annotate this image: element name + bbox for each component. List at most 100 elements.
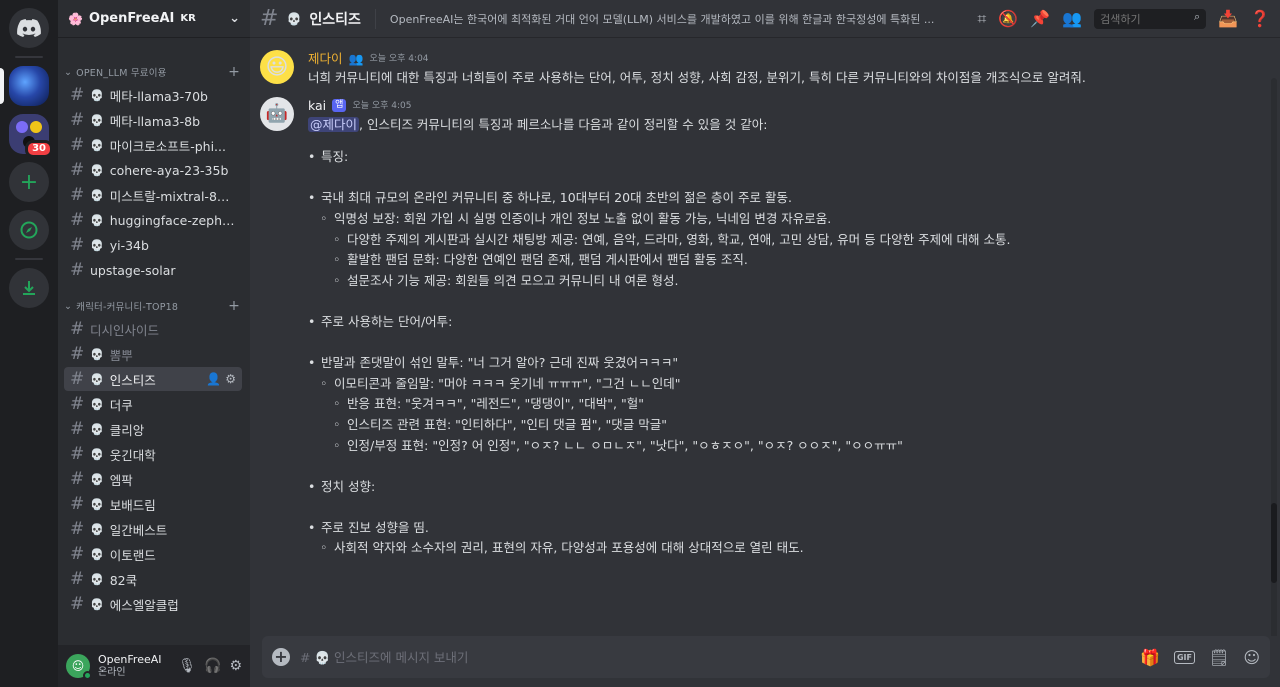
guild-suffix: KR [180, 13, 196, 24]
channel-item[interactable]: # 💀 더쿠 [64, 392, 242, 416]
guild-icon: 🌸 [68, 11, 83, 26]
gif-icon[interactable]: GIF [1173, 650, 1195, 664]
create-channel-icon[interactable]: + [228, 64, 240, 80]
gear-icon[interactable]: ⚙ [225, 372, 236, 386]
channel-item[interactable]: # 💀 cohere-aya-23-35b [64, 158, 242, 182]
message-intro: @제다이, 인스티즈 커뮤니티의 특징과 페르소나를 다음과 같이 정리할 수 … [308, 115, 1280, 136]
app-badge: 앱 [332, 99, 347, 113]
channel-name: 웃긴대학 [109, 447, 156, 463]
channel-item[interactable]: # 디시인사이드 [64, 317, 242, 341]
channel-topic[interactable]: OpenFreeAI는 한국어에 최적화된 거대 언어 모델(LLM) 서비스를… [390, 11, 969, 27]
category-character-community[interactable]: ⌄ 캐릭터-커뮤니티-TOP18 + [58, 296, 250, 316]
invite-icon[interactable]: 👤 [206, 372, 221, 386]
channel-item[interactable]: # 💀 huggingface-zephyr-... [64, 208, 242, 232]
hash-icon: # [70, 443, 85, 464]
search-icon: ⌕ [1193, 9, 1201, 23]
avatar[interactable]: 😃 [260, 50, 294, 84]
hash-icon: # [70, 468, 85, 489]
message-author[interactable]: 제다이 [308, 50, 343, 68]
channel-item[interactable]: # 💀 일간베스트 [64, 517, 242, 541]
channel-item[interactable]: # 💀 메타-llama3-70b [64, 83, 242, 107]
channel-item[interactable]: # 💀 미스트랄-mixtral-8x7b [64, 183, 242, 207]
scrollbar-thumb[interactable] [1271, 503, 1277, 583]
guild-name: OpenFreeAI [88, 11, 175, 26]
list-item: 익명성 보장: 회원 가입 시 실명 인증이나 개인 정보 노출 없이 활동 가… [308, 209, 1280, 230]
channel-item[interactable]: # 💀 뽐뿌 [64, 342, 242, 366]
gear-icon[interactable]: ⚙ [229, 658, 242, 674]
user-mention[interactable]: @제다이 [308, 116, 360, 132]
channel-name: 미스트랄-mixtral-8x7b [109, 188, 236, 204]
microphone-icon[interactable]: 🎙 [178, 658, 196, 674]
sticker-icon[interactable]: 🗒 [1209, 648, 1229, 667]
skull-emoji: 💀 [90, 447, 104, 461]
message-composer: + 🎁 GIF 🗒 ☺ [262, 636, 1270, 678]
server-rail: 30 + [0, 0, 58, 687]
channel-name: 마이크로소프트-phi... [109, 138, 226, 154]
channel-item[interactable]: # upstage-solar [64, 258, 242, 282]
hash-icon: # [70, 393, 85, 414]
scrollbar[interactable] [1271, 78, 1277, 636]
plus-icon: + [19, 169, 39, 195]
message-author[interactable]: kai [308, 97, 326, 115]
list-spacer [308, 291, 1280, 312]
list-item: 반말과 존댓말이 섞인 말투: "너 그거 알아? 근데 진짜 웃겼어ㅋㅋㅋ" [308, 353, 1280, 374]
pin-icon[interactable]: 📌 [1030, 9, 1050, 28]
avatar[interactable]: ☺ [66, 654, 92, 680]
channel-name: 보배드림 [109, 497, 156, 513]
search-input[interactable] [1094, 9, 1207, 30]
category-open-llm[interactable]: ⌄ OPEN_LLM 무료이용 + [58, 62, 250, 82]
create-channel-icon[interactable]: + [228, 298, 240, 314]
channel-item[interactable]: # 💀 클리앙 [64, 417, 242, 441]
server-openfreeai[interactable] [0, 66, 49, 106]
discord-logo-icon [17, 19, 41, 37]
channel-item[interactable]: # 💀 이토랜드 [64, 542, 242, 566]
skull-emoji: 💀 [90, 347, 104, 361]
channel-item-active[interactable]: # 💀 인스티즈 👤 ⚙ [64, 367, 242, 391]
list-item: 이모티콘과 줄임말: "머야 ㅋㅋㅋ 웃기네 ㅠㅠㅠ", "그건 ㄴㄴ인데" [308, 374, 1280, 395]
threads-icon[interactable]: ⌗ [977, 9, 986, 29]
message-input[interactable] [300, 649, 1131, 665]
notification-muted-icon[interactable]: 🔕 [998, 9, 1018, 28]
channel-item[interactable]: # 💀 웃긴대학 [64, 442, 242, 466]
list-item: 정치 성향: [308, 477, 1280, 498]
folder-server-thumb [16, 120, 28, 133]
emoji-icon[interactable]: ☺ [1243, 648, 1260, 667]
channel-name: 디시인사이드 [90, 322, 160, 338]
channel-item[interactable]: # 💀 yi-34b [64, 233, 242, 257]
channel-item[interactable]: # 💀 마이크로소프트-phi... [64, 133, 242, 157]
server-folder[interactable]: 30 [9, 114, 53, 158]
guild-header[interactable]: 🌸 OpenFreeAI KR ⌄ [58, 0, 250, 38]
gift-icon[interactable]: 🎁 [1140, 648, 1160, 667]
rail-separator [15, 258, 43, 260]
skull-emoji: 💀 [90, 238, 104, 252]
skull-emoji: 💀 [90, 113, 104, 127]
member-list-icon[interactable]: 👥 [1062, 9, 1082, 28]
channel-item[interactable]: # 💀 보배드림 [64, 492, 242, 516]
hash-icon: # [70, 84, 85, 105]
channel-item[interactable]: # 💀 82쿡 [64, 567, 242, 591]
channel-sidebar: 🌸 OpenFreeAI KR ⌄ ⌄ OPEN_LLM 무료이용 + # 💀 메타… [58, 0, 250, 687]
avatar[interactable]: 🤖 [260, 96, 294, 131]
headphones-icon[interactable]: 🎧 [204, 658, 221, 674]
add-server-button[interactable]: + [9, 162, 49, 202]
chevron-down-icon: ⌄ [64, 300, 73, 312]
skull-emoji: 💀 [90, 163, 104, 177]
help-icon[interactable]: ❓ [1250, 9, 1270, 28]
channel-name: cohere-aya-23-35b [109, 162, 229, 178]
list-spacer [308, 456, 1280, 477]
explore-servers-button[interactable] [9, 210, 49, 250]
channel-item[interactable]: # 💀 에스엘알클럽 [64, 592, 242, 616]
channel-name: 82쿡 [109, 572, 138, 588]
hash-icon: # [70, 493, 85, 514]
chevron-down-icon: ⌄ [64, 66, 73, 78]
channel-item[interactable]: # 💀 엠팍 [64, 467, 242, 491]
channel-item[interactable]: # 💀 메타-llama3-8b [64, 108, 242, 132]
hash-icon: # [70, 568, 85, 589]
user-info[interactable]: OpenFreeAI 온라인 [98, 654, 170, 678]
inbox-icon[interactable]: 📥 [1218, 9, 1238, 28]
header-divider [374, 8, 376, 29]
discord-home-button[interactable] [9, 8, 49, 48]
download-apps-button[interactable] [9, 268, 49, 308]
attach-plus-icon[interactable]: + [272, 648, 290, 666]
